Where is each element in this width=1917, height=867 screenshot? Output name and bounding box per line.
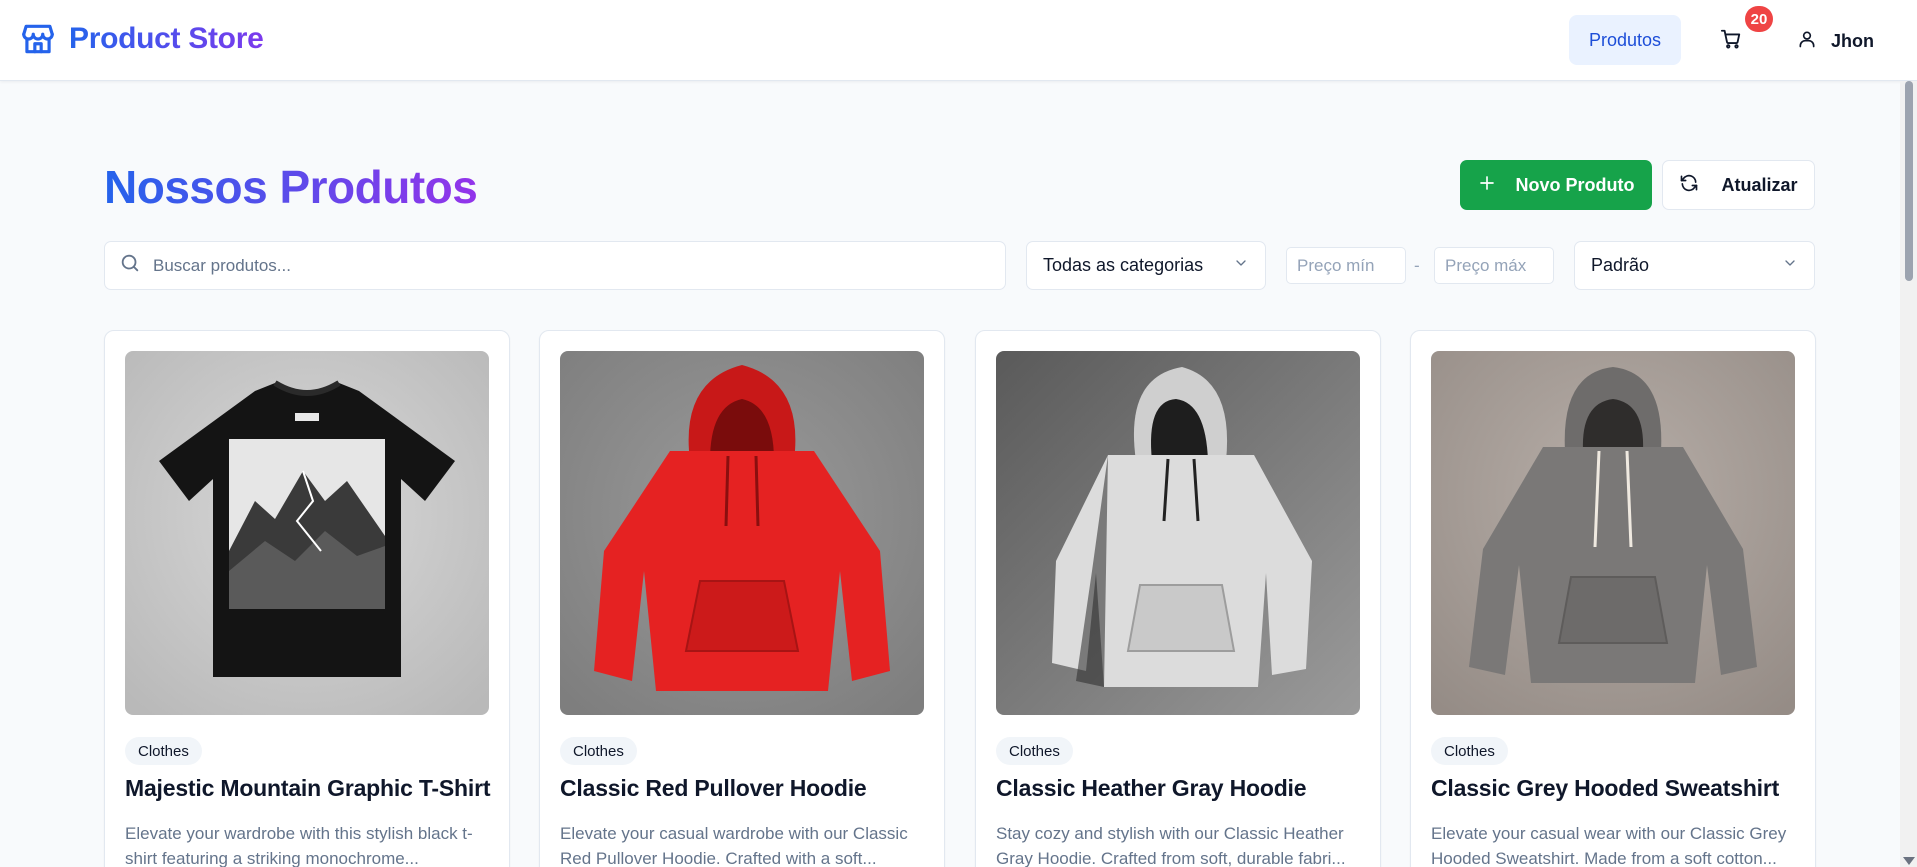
product-title[interactable]: Classic Heather Gray Hoodie	[996, 775, 1360, 802]
new-product-label: Novo Produto	[1515, 174, 1635, 195]
new-product-button[interactable]: Novo Produto	[1460, 160, 1652, 210]
product-description: Elevate your casual wear with our Classi…	[1431, 824, 1787, 867]
brand-name: Product Store	[69, 22, 264, 55]
store-icon	[19, 20, 57, 58]
category-badge: Clothes	[996, 737, 1073, 765]
product-card[interactable]: Clothes Classic Heather Gray Hoodie Stay…	[975, 330, 1381, 867]
scroll-down-arrow-icon[interactable]	[1903, 857, 1915, 865]
price-range-separator: -	[1414, 256, 1420, 275]
category-badge: Clothes	[125, 737, 202, 765]
cart-count-badge: 20	[1745, 6, 1773, 32]
refresh-button[interactable]: Atualizar	[1662, 160, 1815, 210]
search-icon	[119, 252, 141, 279]
product-image-grey-sweatshirt[interactable]	[1431, 351, 1795, 715]
plus-icon	[1478, 174, 1496, 197]
category-badge: Clothes	[1431, 737, 1508, 765]
product-title[interactable]: Majestic Mountain Graphic T-Shirt	[125, 775, 490, 802]
user-icon	[1797, 29, 1817, 54]
price-max-input[interactable]	[1434, 247, 1554, 284]
category-select[interactable]: Todas as categorias	[1026, 241, 1266, 290]
product-image-tshirt[interactable]	[125, 351, 489, 715]
nav-produtos[interactable]: Produtos	[1569, 15, 1681, 65]
chevron-down-icon	[1233, 255, 1249, 276]
product-card[interactable]: Clothes Majestic Mountain Graphic T-Shir…	[104, 330, 510, 867]
cart-icon	[1720, 28, 1742, 55]
category-badge: Clothes	[560, 737, 637, 765]
search-input[interactable]	[153, 255, 973, 276]
category-select-value: Todas as categorias	[1043, 255, 1204, 275]
product-card[interactable]: Clothes Classic Grey Hooded Sweatshirt E…	[1410, 330, 1816, 867]
product-title[interactable]: Classic Grey Hooded Sweatshirt	[1431, 775, 1795, 802]
user-menu-button[interactable]: Jhon	[1797, 20, 1874, 62]
product-description: Stay cozy and stylish with our Classic H…	[996, 824, 1346, 867]
product-title[interactable]: Classic Red Pullover Hoodie	[560, 775, 924, 802]
search-box	[104, 241, 1006, 290]
scrollbar-thumb[interactable]	[1905, 81, 1913, 281]
sort-select[interactable]: Padrão	[1574, 241, 1815, 290]
refresh-icon	[1679, 173, 1699, 198]
product-description: Elevate your wardrobe with this stylish …	[125, 824, 473, 867]
product-image-red-hoodie[interactable]	[560, 351, 924, 715]
price-min-input[interactable]	[1286, 247, 1406, 284]
product-card[interactable]: Clothes Classic Red Pullover Hoodie Elev…	[539, 330, 945, 867]
page-scrollbar[interactable]	[1900, 81, 1917, 867]
refresh-label: Atualizar	[1721, 174, 1798, 195]
top-navbar: Product Store Produtos 20 Jhon	[0, 0, 1917, 81]
user-name: Jhon	[1831, 30, 1874, 51]
brand-link[interactable]: Product Store	[19, 20, 264, 58]
page-title: Nossos Produtos	[104, 161, 478, 213]
chevron-down-icon	[1782, 255, 1798, 276]
sort-select-value: Padrão	[1591, 255, 1650, 275]
product-description: Elevate your casual wardrobe with our Cl…	[560, 824, 908, 867]
product-image-gray-hoodie[interactable]	[996, 351, 1360, 715]
